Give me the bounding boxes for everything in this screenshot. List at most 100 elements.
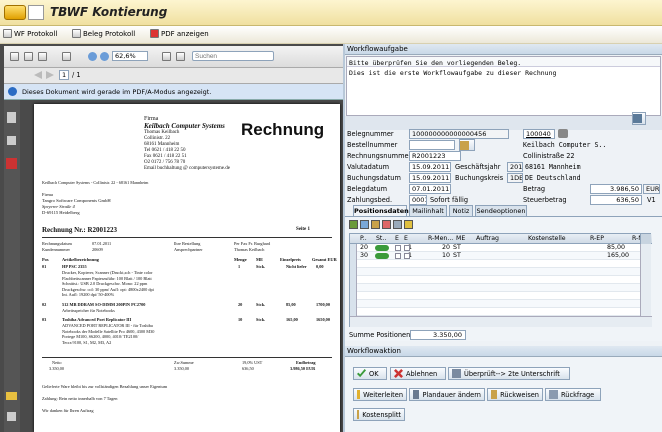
row-selector[interactable]	[350, 252, 357, 260]
pdf-anzeigen-button[interactable]: PDF anzeigen	[150, 29, 209, 38]
row-selector[interactable]	[350, 308, 357, 316]
kostensplit-button[interactable]: Kostensplitt	[353, 408, 405, 421]
signatures-icon[interactable]	[6, 158, 17, 169]
row-selector[interactable]	[350, 260, 357, 268]
table-row[interactable]: 30 1 10 ST 165,00	[350, 252, 640, 260]
currency-field[interactable]: EUR	[643, 184, 660, 194]
col-header[interactable]: R-Men...	[428, 235, 453, 242]
table-row[interactable]	[350, 300, 640, 308]
row-checkbox[interactable]	[404, 253, 410, 259]
details-button[interactable]	[632, 112, 646, 125]
bestellnummer-field[interactable]	[409, 140, 455, 150]
second-signature-button[interactable]: Überprüft--> 2te Unterschrift	[448, 367, 570, 380]
horizontal-scrollbar[interactable]	[350, 316, 652, 327]
print-icon[interactable]	[10, 52, 19, 61]
table-row[interactable]	[350, 292, 640, 300]
row-checkbox[interactable]	[395, 253, 401, 259]
plandauer-button[interactable]: Plandauer ändern	[409, 388, 485, 401]
buchungsdatum-field[interactable]: 15.09.2011	[409, 173, 451, 183]
col-header[interactable]: Auftrag	[476, 235, 499, 242]
sap-menu-icon[interactable]	[4, 5, 26, 20]
table-row[interactable]	[350, 276, 640, 284]
col-header[interactable]: Kostenstelle	[528, 235, 566, 242]
pdf-search-input[interactable]	[192, 51, 274, 61]
summe-positionen-field[interactable]: 3.350,00	[410, 330, 466, 340]
tab-mailinhalt[interactable]: Mailinhalt	[409, 205, 447, 216]
zahlungsbed-code-field[interactable]: 0001	[409, 195, 427, 205]
col-header[interactable]: ME	[456, 235, 465, 242]
belegdatum-field[interactable]: 07.01.2011	[409, 184, 451, 194]
cell-rep[interactable]: 85,00	[607, 244, 625, 251]
ablehnen-button[interactable]: Ablehnen	[390, 367, 446, 380]
col-header[interactable]: P..	[360, 235, 367, 242]
cell-position[interactable]: 20	[360, 244, 368, 251]
tools-icon[interactable]	[38, 52, 47, 61]
cell-unit[interactable]: ST	[453, 252, 461, 259]
weiterleiten-button[interactable]: Weiterleiten	[353, 388, 407, 401]
col-header[interactable]: E	[395, 235, 399, 242]
cell-rep[interactable]: 165,00	[607, 252, 629, 259]
po-lookup-button[interactable]	[459, 139, 475, 151]
table-row[interactable]	[350, 268, 640, 276]
table-row[interactable]	[350, 284, 640, 292]
copy-row-icon[interactable]	[393, 220, 402, 229]
wf-protokoll-button[interactable]: WF Protokoll	[3, 29, 57, 38]
vendor-display-icon[interactable]	[558, 129, 568, 138]
belegnummer-field[interactable]: 100000000000000456	[409, 129, 509, 139]
row-checkbox[interactable]	[404, 245, 410, 251]
layers-icon[interactable]	[6, 392, 17, 400]
col-header[interactable]: R-EP	[590, 235, 604, 242]
pages-icon[interactable]	[7, 112, 16, 123]
column-settings-icon[interactable]	[640, 234, 651, 244]
betrag-field[interactable]: 3.986,50	[590, 184, 642, 194]
insert-row-icon[interactable]	[371, 220, 380, 229]
buchungskreis-field[interactable]: 1DE	[507, 173, 523, 183]
valutadatum-field[interactable]: 15.09.2011	[409, 162, 451, 172]
sort-icon[interactable]	[404, 220, 413, 229]
row-selector[interactable]	[350, 300, 357, 308]
zoom-out-icon[interactable]	[88, 52, 97, 61]
table-row[interactable]: 20 1 20 ST 85,00	[350, 244, 640, 252]
select-all-icon[interactable]	[349, 220, 358, 229]
cell-unit[interactable]: ST	[453, 244, 461, 251]
tab-notiz[interactable]: Notiz	[449, 205, 473, 216]
delete-row-icon[interactable]	[382, 220, 391, 229]
row-selector[interactable]	[350, 268, 357, 276]
inv-item-desc: Portege M100, S6200, 4000, 4010/ TE2100/	[62, 334, 139, 339]
tab-positionsdaten[interactable]: Positionsdaten	[353, 205, 409, 216]
col-header[interactable]: St..	[376, 235, 386, 242]
prev-page-icon[interactable]	[34, 71, 42, 79]
ok-button[interactable]: OK	[353, 367, 387, 380]
cell-quantity[interactable]: 10	[442, 252, 450, 259]
row-selector[interactable]	[350, 284, 357, 292]
vendor-id-field[interactable]: 100040	[523, 129, 555, 139]
zoom-field[interactable]: 62,6%	[112, 51, 148, 61]
cell-position[interactable]: 30	[360, 252, 368, 259]
row-selector[interactable]	[350, 276, 357, 284]
zoom-in-icon[interactable]	[100, 52, 109, 61]
settings-icon[interactable]	[62, 52, 71, 61]
beleg-protokoll-button[interactable]: Beleg Protokoll	[72, 29, 135, 38]
geschaeftsjahr-field[interactable]: 2011	[507, 162, 523, 172]
vertical-scrollbar[interactable]	[640, 244, 651, 316]
save-icon[interactable]	[24, 52, 33, 61]
col-header[interactable]: E	[404, 235, 408, 242]
fit-width-icon[interactable]	[176, 52, 185, 61]
table-row[interactable]	[350, 308, 640, 316]
fit-page-icon[interactable]	[162, 52, 171, 61]
row-selector[interactable]	[350, 244, 357, 252]
paperclip-icon[interactable]	[7, 412, 16, 421]
table-row[interactable]	[350, 260, 640, 268]
page-number-input[interactable]: 1	[59, 70, 69, 80]
attachments-icon[interactable]	[7, 136, 16, 145]
tab-sendeoptionen[interactable]: Sendeoptionen	[475, 205, 527, 216]
next-page-icon[interactable]	[46, 71, 54, 79]
rueckfrage-button[interactable]: Rückfrage	[545, 388, 601, 401]
deselect-icon[interactable]	[360, 220, 369, 229]
row-checkbox[interactable]	[395, 245, 401, 251]
cell-quantity[interactable]: 20	[442, 244, 450, 251]
row-selector[interactable]	[350, 292, 357, 300]
rueckweisen-button[interactable]: Rückweisen	[487, 388, 543, 401]
steuerbetrag-field[interactable]: 636,50	[590, 195, 642, 205]
rechnungsnummer-field[interactable]: R2001223	[409, 151, 461, 161]
